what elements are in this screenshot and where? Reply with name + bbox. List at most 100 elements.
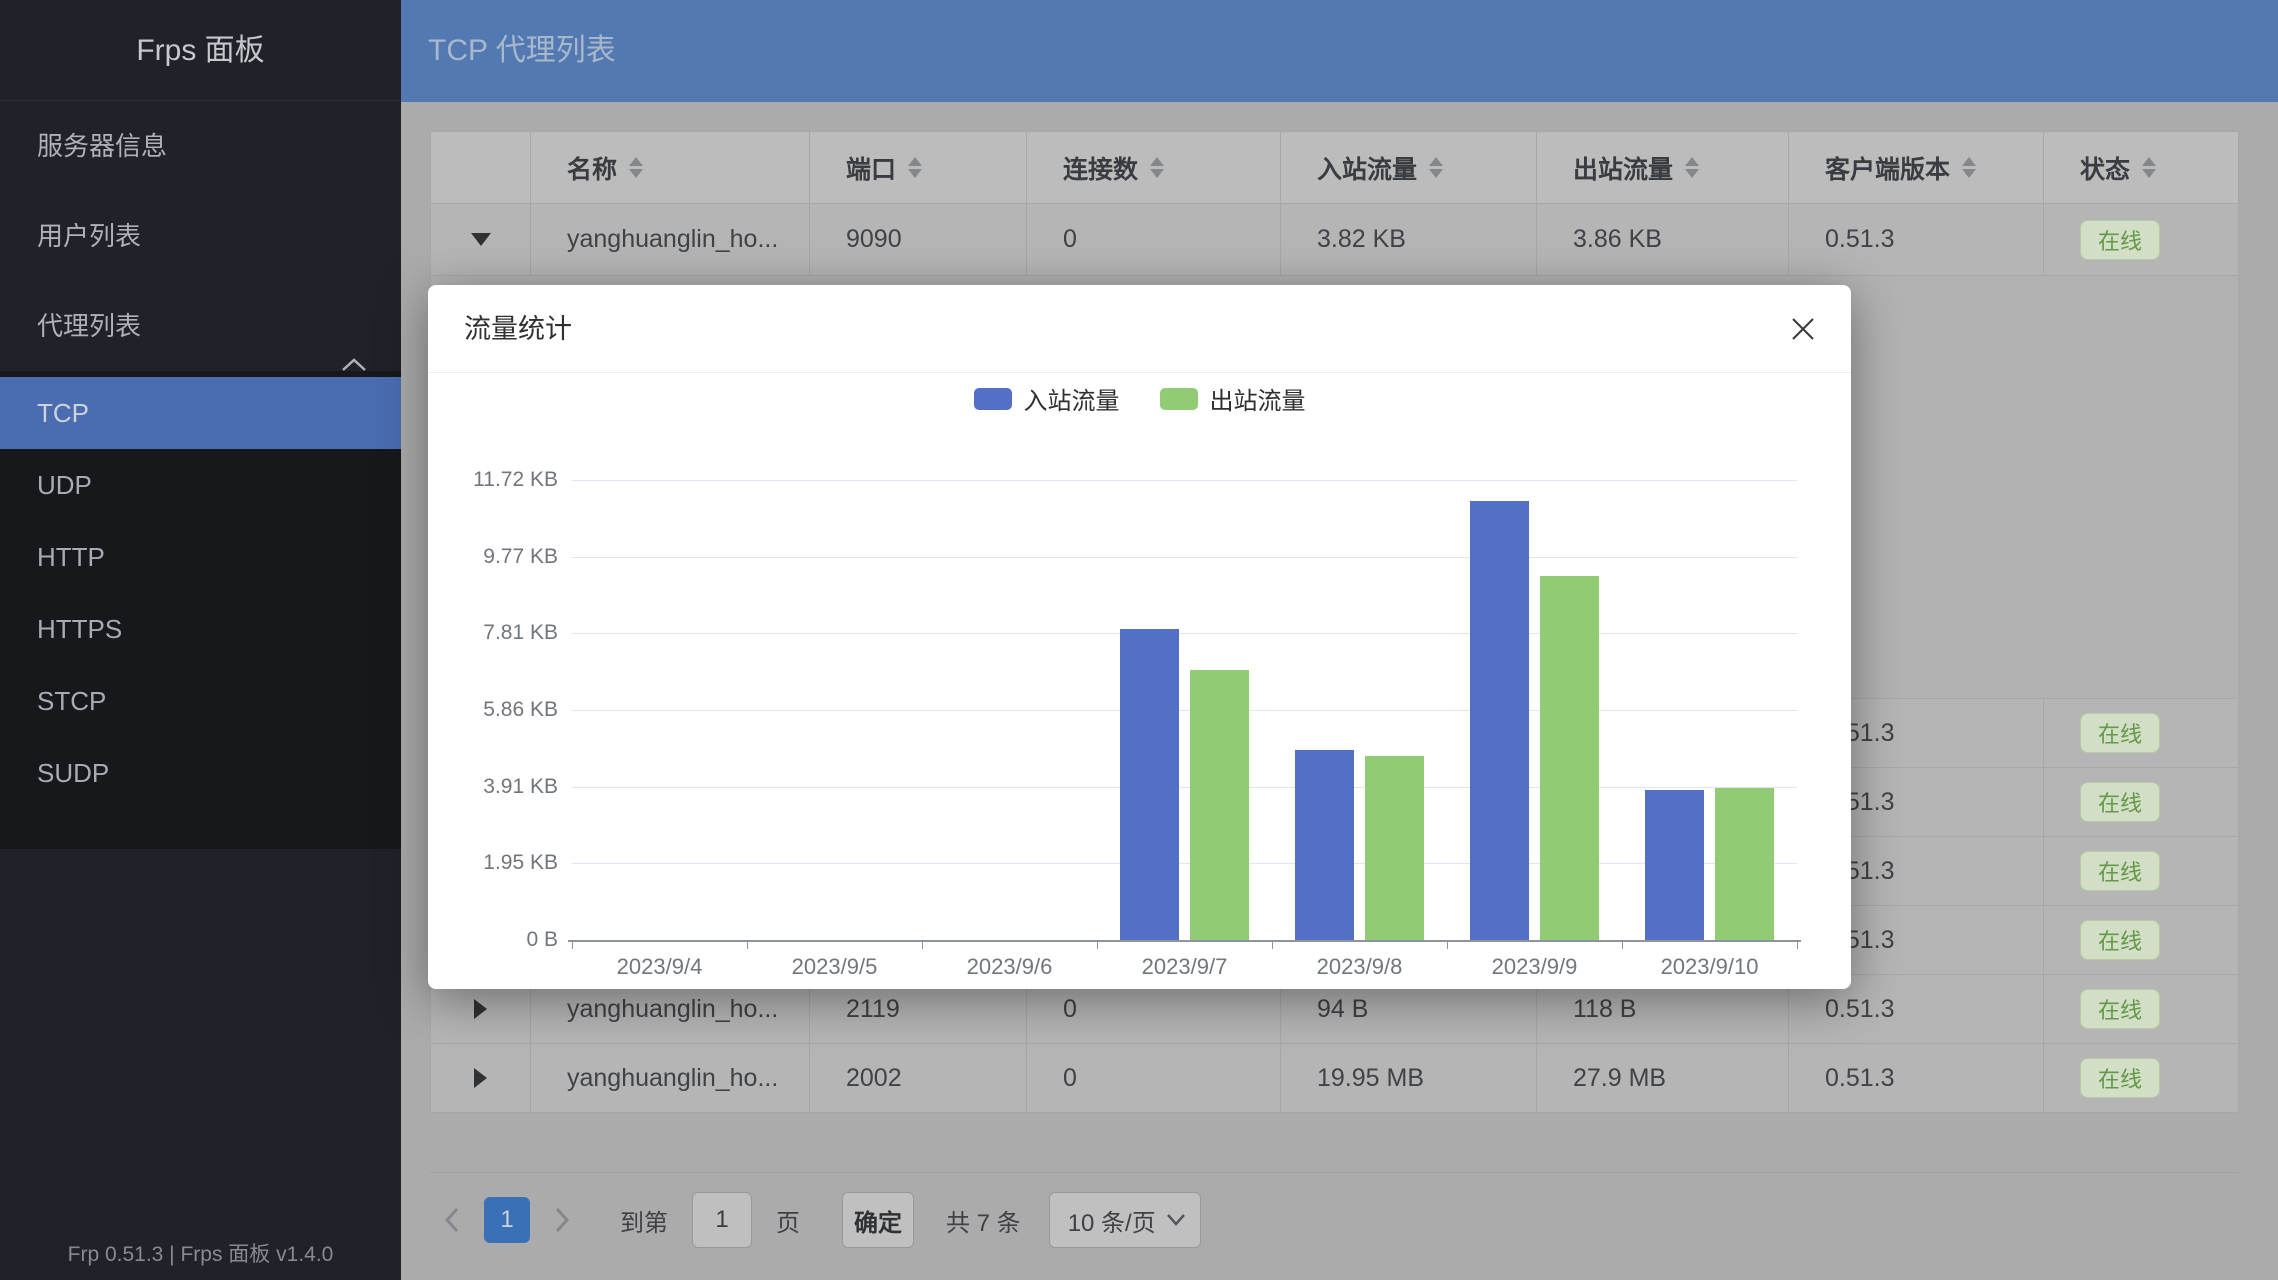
cell-text: yanghuanglin_ho... <box>567 225 778 254</box>
sidebar-item-http[interactable]: HTTP <box>0 521 401 593</box>
cell-text: 0.51.3 <box>1825 1064 1895 1093</box>
cell-text: 0 <box>1063 1064 1077 1093</box>
submenu-label: TCP <box>37 398 89 428</box>
table-row: yanghuanglin_ho...909003.82 KB3.86 KB0.5… <box>431 204 2238 276</box>
cell-text: 3.82 KB <box>1317 225 1406 254</box>
gridline <box>572 787 1797 788</box>
sort-desc-icon <box>1429 169 1443 178</box>
column-label: 入站流量 <box>1317 150 1417 186</box>
sidebar-item-label: 用户列表 <box>37 221 141 251</box>
cell-in: 19.95 MB <box>1281 1044 1537 1112</box>
proxy-submenu: TCP UDP HTTP HTTPS STCP SUDP <box>0 371 401 849</box>
cell-out: 3.86 KB <box>1537 204 1789 275</box>
sort-asc-icon <box>1150 157 1164 166</box>
status-badge: 在线 <box>2080 989 2160 1029</box>
cell-text: 94 B <box>1317 995 1368 1024</box>
outbound-bar <box>1715 788 1774 940</box>
sidebar-item-udp[interactable]: UDP <box>0 449 401 521</box>
x-axis-tick <box>1097 940 1098 949</box>
sidebar-item-server-info[interactable]: 服务器信息 <box>0 101 401 191</box>
column-label: 端口 <box>846 150 896 186</box>
x-axis-tick-label: 2023/9/5 <box>747 952 922 982</box>
sidebar-item-stcp[interactable]: STCP <box>0 665 401 737</box>
sidebar-item-https[interactable]: HTTPS <box>0 593 401 665</box>
x-axis-tick <box>1447 940 1448 949</box>
page-1-button[interactable]: 1 <box>484 1197 530 1243</box>
topbar: TCP 代理列表 <box>401 0 2278 102</box>
cell-status: 在线 <box>2044 975 2240 1043</box>
cell-text: 2119 <box>846 995 900 1024</box>
cell-out: 27.9 MB <box>1537 1044 1789 1112</box>
sort-carets-icon <box>908 157 922 178</box>
x-axis-tick-label: 2023/9/4 <box>572 952 747 982</box>
column-label: 名称 <box>567 150 617 186</box>
inbound-bar <box>1470 501 1529 940</box>
page-size-select[interactable]: 10 条/页 <box>1049 1192 1201 1248</box>
cell-text: yanghuanglin_ho... <box>567 1064 778 1093</box>
cell-text: 118 B <box>1573 995 1636 1024</box>
x-axis-tick <box>1622 940 1623 949</box>
header-cell[interactable]: 客户端版本 <box>1789 132 2044 203</box>
sort-carets-icon <box>1962 157 1976 178</box>
sort-asc-icon <box>2142 157 2156 166</box>
y-axis-tick-label: 3.91 KB <box>438 772 558 802</box>
sidebar-item-user-list[interactable]: 用户列表 <box>0 191 401 281</box>
prev-page-button[interactable] <box>430 1197 474 1243</box>
traffic-bar-chart: 11.72 KB9.77 KB7.81 KB5.86 KB3.91 KB1.95… <box>428 285 1851 989</box>
cell-status: 在线 <box>2044 906 2240 974</box>
sort-desc-icon <box>1685 169 1699 178</box>
goto-suffix-label: 页 <box>776 1203 800 1238</box>
outbound-bar <box>1365 756 1424 940</box>
gridline <box>572 710 1797 711</box>
cell-text: 3.86 KB <box>1573 225 1662 254</box>
header-cell[interactable]: 入站流量 <box>1281 132 1537 203</box>
sort-asc-icon <box>1685 157 1699 166</box>
status-badge: 在线 <box>2080 782 2160 822</box>
x-axis-tick <box>1797 940 1798 949</box>
total-count-label: 共 7 条 <box>946 1203 1021 1238</box>
cell-port: 2002 <box>810 1044 1027 1112</box>
expand-cell[interactable] <box>431 1044 531 1112</box>
submenu-label: STCP <box>37 686 106 716</box>
submenu-label: UDP <box>37 470 92 500</box>
expand-cell[interactable] <box>431 204 531 275</box>
submenu-label: HTTP <box>37 542 105 572</box>
version-footer: Frp 0.51.3 | Frps 面板 v1.4.0 <box>0 1238 401 1268</box>
inbound-bar <box>1295 750 1354 940</box>
goto-page-input[interactable] <box>692 1192 752 1248</box>
header-cell[interactable]: 端口 <box>810 132 1027 203</box>
x-axis-tick-label: 2023/9/6 <box>922 952 1097 982</box>
x-axis-tick-label: 2023/9/10 <box>1622 952 1797 982</box>
sidebar-item-proxy-list[interactable]: 代理列表 <box>0 281 401 371</box>
column-label: 连接数 <box>1063 150 1138 186</box>
next-page-button[interactable] <box>540 1197 584 1243</box>
status-badge: 在线 <box>2080 713 2160 753</box>
sidebar-item-label: 服务器信息 <box>37 131 167 161</box>
cell-version: 0.51.3 <box>1789 204 2044 275</box>
page-size-value: 10 条/页 <box>1068 1203 1156 1238</box>
cell-text: yanghuanglin_ho... <box>567 995 778 1024</box>
header-cell[interactable]: 连接数 <box>1027 132 1281 203</box>
header-cell[interactable]: 状态 <box>2044 132 2240 203</box>
sidebar-item-sudp[interactable]: SUDP <box>0 737 401 809</box>
status-badge: 在线 <box>2080 1058 2160 1098</box>
inbound-bar <box>1645 790 1704 940</box>
header-cell[interactable]: 出站流量 <box>1537 132 1789 203</box>
gridline <box>572 633 1797 634</box>
sort-carets-icon <box>1685 157 1699 178</box>
column-label: 状态 <box>2080 150 2130 186</box>
confirm-page-button[interactable]: 确定 <box>842 1192 914 1248</box>
divider <box>430 1172 2239 1173</box>
x-axis-line <box>568 940 1801 942</box>
header-cell[interactable]: 名称 <box>531 132 810 203</box>
sort-carets-icon <box>1429 157 1443 178</box>
cell-text: 9090 <box>846 225 902 254</box>
submenu-label: HTTPS <box>37 614 122 644</box>
x-axis-tick <box>572 940 573 949</box>
cell-text: 0 <box>1063 995 1077 1024</box>
sort-carets-icon <box>2142 157 2156 178</box>
cell-text: 2002 <box>846 1064 902 1093</box>
x-axis-tick <box>747 940 748 949</box>
sort-asc-icon <box>1429 157 1443 166</box>
y-axis-tick-label: 0 B <box>438 925 558 955</box>
